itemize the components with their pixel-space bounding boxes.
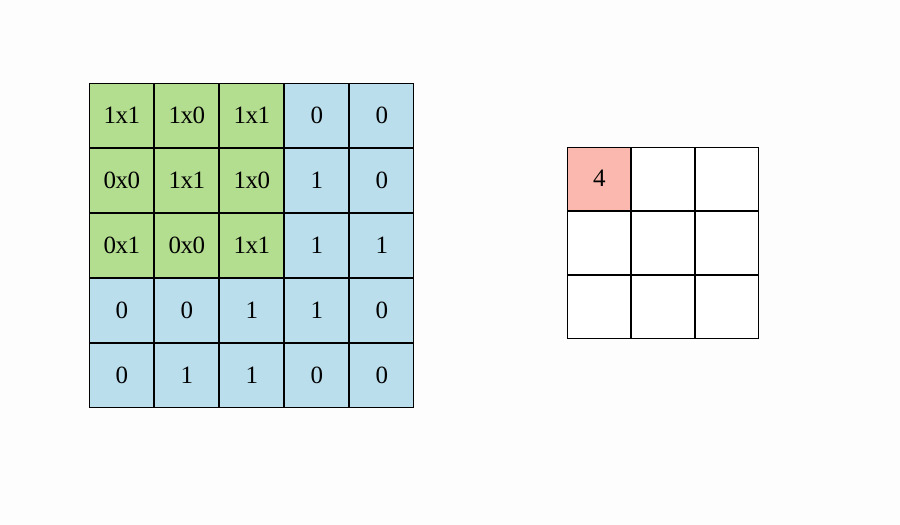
input-cell-0-4: 0 (349, 83, 414, 148)
output-cell-0-0: 4 (567, 147, 631, 211)
output-cell-1-1 (631, 211, 695, 275)
output-cell-1-2 (695, 211, 759, 275)
input-cell-0-0: 1x1 (89, 83, 154, 148)
input-cell-4-3: 0 (284, 343, 349, 408)
input-cell-1-2: 1x0 (219, 148, 284, 213)
input-cell-4-1: 1 (154, 343, 219, 408)
input-cell-1-3: 1 (284, 148, 349, 213)
input-cell-3-0: 0 (89, 278, 154, 343)
output-cell-2-1 (631, 275, 695, 339)
input-cell-0-2: 1x1 (219, 83, 284, 148)
input-cell-0-3: 0 (284, 83, 349, 148)
input-cell-4-0: 0 (89, 343, 154, 408)
input-cell-4-2: 1 (219, 343, 284, 408)
input-cell-2-4: 1 (349, 213, 414, 278)
output-cell-2-0 (567, 275, 631, 339)
input-cell-3-4: 0 (349, 278, 414, 343)
input-cell-2-1: 0x0 (154, 213, 219, 278)
input-cell-1-1: 1x1 (154, 148, 219, 213)
input-cell-1-4: 0 (349, 148, 414, 213)
output-cell-0-2 (695, 147, 759, 211)
input-cell-2-0: 0x1 (89, 213, 154, 278)
input-cell-2-3: 1 (284, 213, 349, 278)
input-cell-3-2: 1 (219, 278, 284, 343)
output-cell-0-1 (631, 147, 695, 211)
input-cell-1-0: 0x0 (89, 148, 154, 213)
input-cell-4-4: 0 (349, 343, 414, 408)
input-cell-0-1: 1x0 (154, 83, 219, 148)
output-cell-2-2 (695, 275, 759, 339)
input-cell-2-2: 1x1 (219, 213, 284, 278)
output-cell-1-0 (567, 211, 631, 275)
output-grid: 4 (567, 147, 759, 339)
input-cell-3-1: 0 (154, 278, 219, 343)
input-cell-3-3: 1 (284, 278, 349, 343)
input-grid: 1x11x01x1000x01x11x0100x10x01x1110011001… (89, 83, 414, 408)
